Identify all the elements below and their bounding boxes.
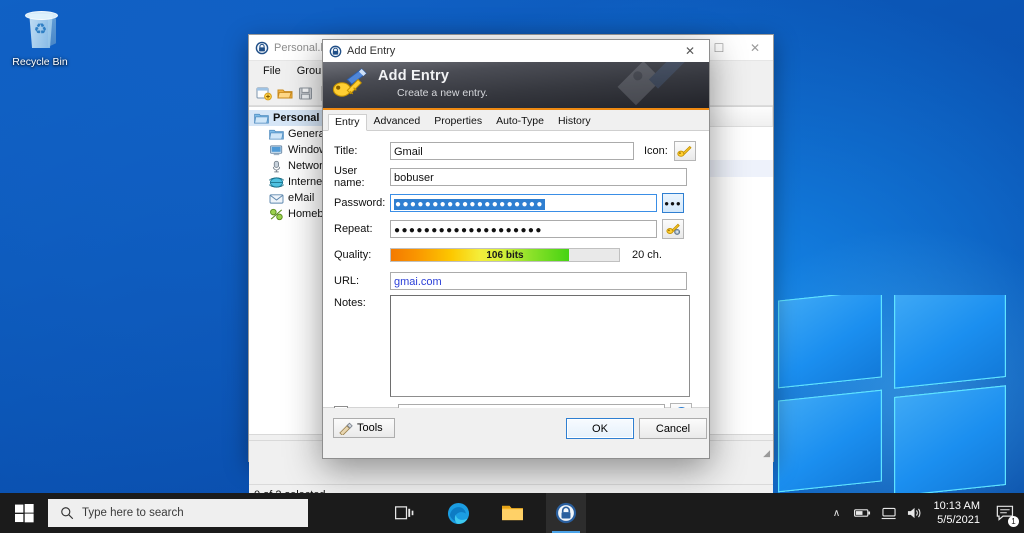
task-view-icon[interactable] [384,493,424,533]
tab-entry[interactable]: Entry [328,114,367,131]
network-icon [272,160,281,172]
volume-icon[interactable] [902,493,928,533]
tree-label: Internet [288,176,326,188]
username-input[interactable]: bobuser [390,168,687,186]
clock-time: 10:13 AM [933,500,980,512]
action-center-button[interactable]: 1 [990,493,1020,533]
notes-label: Notes: [334,297,366,309]
notification-badge: 1 [1008,516,1019,527]
key-icon [677,145,692,157]
repeat-input[interactable]: ●●●●●●●●●●●●●●●●●●●● [390,220,657,238]
tray-chevron-icon[interactable]: ∧ [824,493,850,533]
tools-button[interactable]: Tools [333,418,395,438]
recycle-bin-label: Recycle Bin [12,56,68,68]
banner-subheading: Create a new entry. [397,87,488,99]
dialog-close-button[interactable]: ✕ [671,40,709,62]
clock[interactable]: 10:13 AM 5/5/2021 [928,493,990,533]
keepass-icon[interactable] [546,493,586,533]
repeat-masked-value: ●●●●●●●●●●●●●●●●●●●● [394,225,543,236]
quality-label: Quality: [334,249,372,261]
recycle-bin-icon: ♻ [8,8,72,54]
edge-icon[interactable] [438,493,478,533]
tab-auto-type[interactable]: Auto-Type [489,113,551,130]
folder-icon [269,129,284,140]
globe-icon [269,176,284,188]
repeat-label: Repeat: [334,223,373,235]
tab-advanced[interactable]: Advanced [367,113,428,130]
quality-length-text: 20 ch. [632,249,662,261]
network-icon[interactable] [876,493,902,533]
dialog-titlebar: Add Entry ✕ [323,40,709,62]
dialog-footer: Tools OK Cancel [323,408,709,450]
keepass-lock-icon [329,45,342,57]
dialog-banner: Add Entry Create a new entry. [323,62,709,110]
url-row: URL: gmai.com [323,271,709,291]
open-database-icon[interactable] [277,86,293,101]
dialog-tabs[interactable]: Entry Advanced Properties Auto-Type Hist… [323,110,709,131]
dialog-title: Add Entry [347,45,396,57]
search-placeholder: Type here to search [82,507,184,519]
resize-grip[interactable]: ◢ [763,448,770,459]
tab-history[interactable]: History [551,113,598,130]
password-input[interactable]: ●●●●●●●●●●●●●●●●●●●● [390,194,657,212]
tab-properties[interactable]: Properties [427,113,489,130]
keepass-lock-icon [255,41,269,54]
start-button[interactable] [0,493,48,533]
mail-icon [269,193,284,204]
file-explorer-icon[interactable] [492,493,532,533]
save-database-icon[interactable] [298,86,314,101]
key-gear-icon [665,223,680,235]
tools-icon [339,422,353,435]
url-label: URL: [334,275,360,287]
clock-date: 5/5/2021 [937,514,980,526]
status-bar: 0 of 2 selected ◢ [249,448,773,493]
add-entry-dialog[interactable]: Add Entry ✕ Add Entry Create a new entry… [322,39,710,459]
windows-icon [270,144,283,155]
quality-bits-text: 106 bits [486,249,524,261]
homebanking-icon [270,208,283,220]
new-database-icon[interactable] [256,86,272,101]
ok-button[interactable]: OK [566,418,634,439]
key-pen-icon [332,68,367,97]
banner-heading: Add Entry [378,68,450,84]
tree-label: eMail [288,192,315,204]
menu-file[interactable]: File [263,65,281,77]
title-row: Title: Gmail Icon: [323,141,709,161]
icon-label: Icon: [644,145,668,157]
battery-icon[interactable] [850,493,876,533]
password-quality-bar: 106 bits [390,248,620,262]
username-label: User name: [334,165,365,189]
desktop[interactable]: ♻ Recycle Bin Personal.kd ☐ ✕ File Group [0,0,1024,493]
taskbar[interactable]: Type here to search ∧ 10:13 AM 5/5/2021 … [0,493,1024,533]
url-input[interactable]: gmai.com [390,272,687,290]
entry-tab-page: Title: Gmail Icon: User name: bobuser Pa… [323,131,709,423]
username-row: User name: bobuser [323,165,709,189]
banner-watermark-icon [617,62,685,106]
icon-picker-button[interactable] [673,141,696,161]
close-button[interactable]: ✕ [737,35,773,60]
keepass-window-buttons[interactable]: ☐ ✕ [701,35,773,60]
windows-start-icon [14,503,34,522]
password-label: Password: [334,197,386,209]
quality-row: Quality: 106 bits 20 ch. [323,245,709,265]
tools-button-label: Tools [357,422,383,434]
search-input[interactable]: Type here to search [48,499,308,527]
title-label: Title: [334,145,358,157]
wallpaper-windows-logo [778,295,1008,493]
recycle-bin-shortcut[interactable]: ♻ Recycle Bin [8,8,72,68]
title-input[interactable]: Gmail [390,142,634,160]
notes-textarea[interactable] [390,295,690,397]
folder-icon [254,113,269,124]
search-icon [61,507,74,520]
generate-password-button[interactable] [662,219,684,239]
password-row: Password: ●●●●●●●●●●●●●●●●●●●● ●●● [323,193,709,213]
password-masked-value: ●●●●●●●●●●●●●●●●●●●● [394,199,545,210]
repeat-row: Repeat: ●●●●●●●●●●●●●●●●●●●● [323,219,709,239]
system-tray[interactable]: ∧ 10:13 AM 5/5/2021 1 [824,493,1024,533]
tree-label: Personal [273,112,320,124]
cancel-button[interactable]: Cancel [639,418,707,439]
show-password-button[interactable]: ●●● [662,193,684,213]
